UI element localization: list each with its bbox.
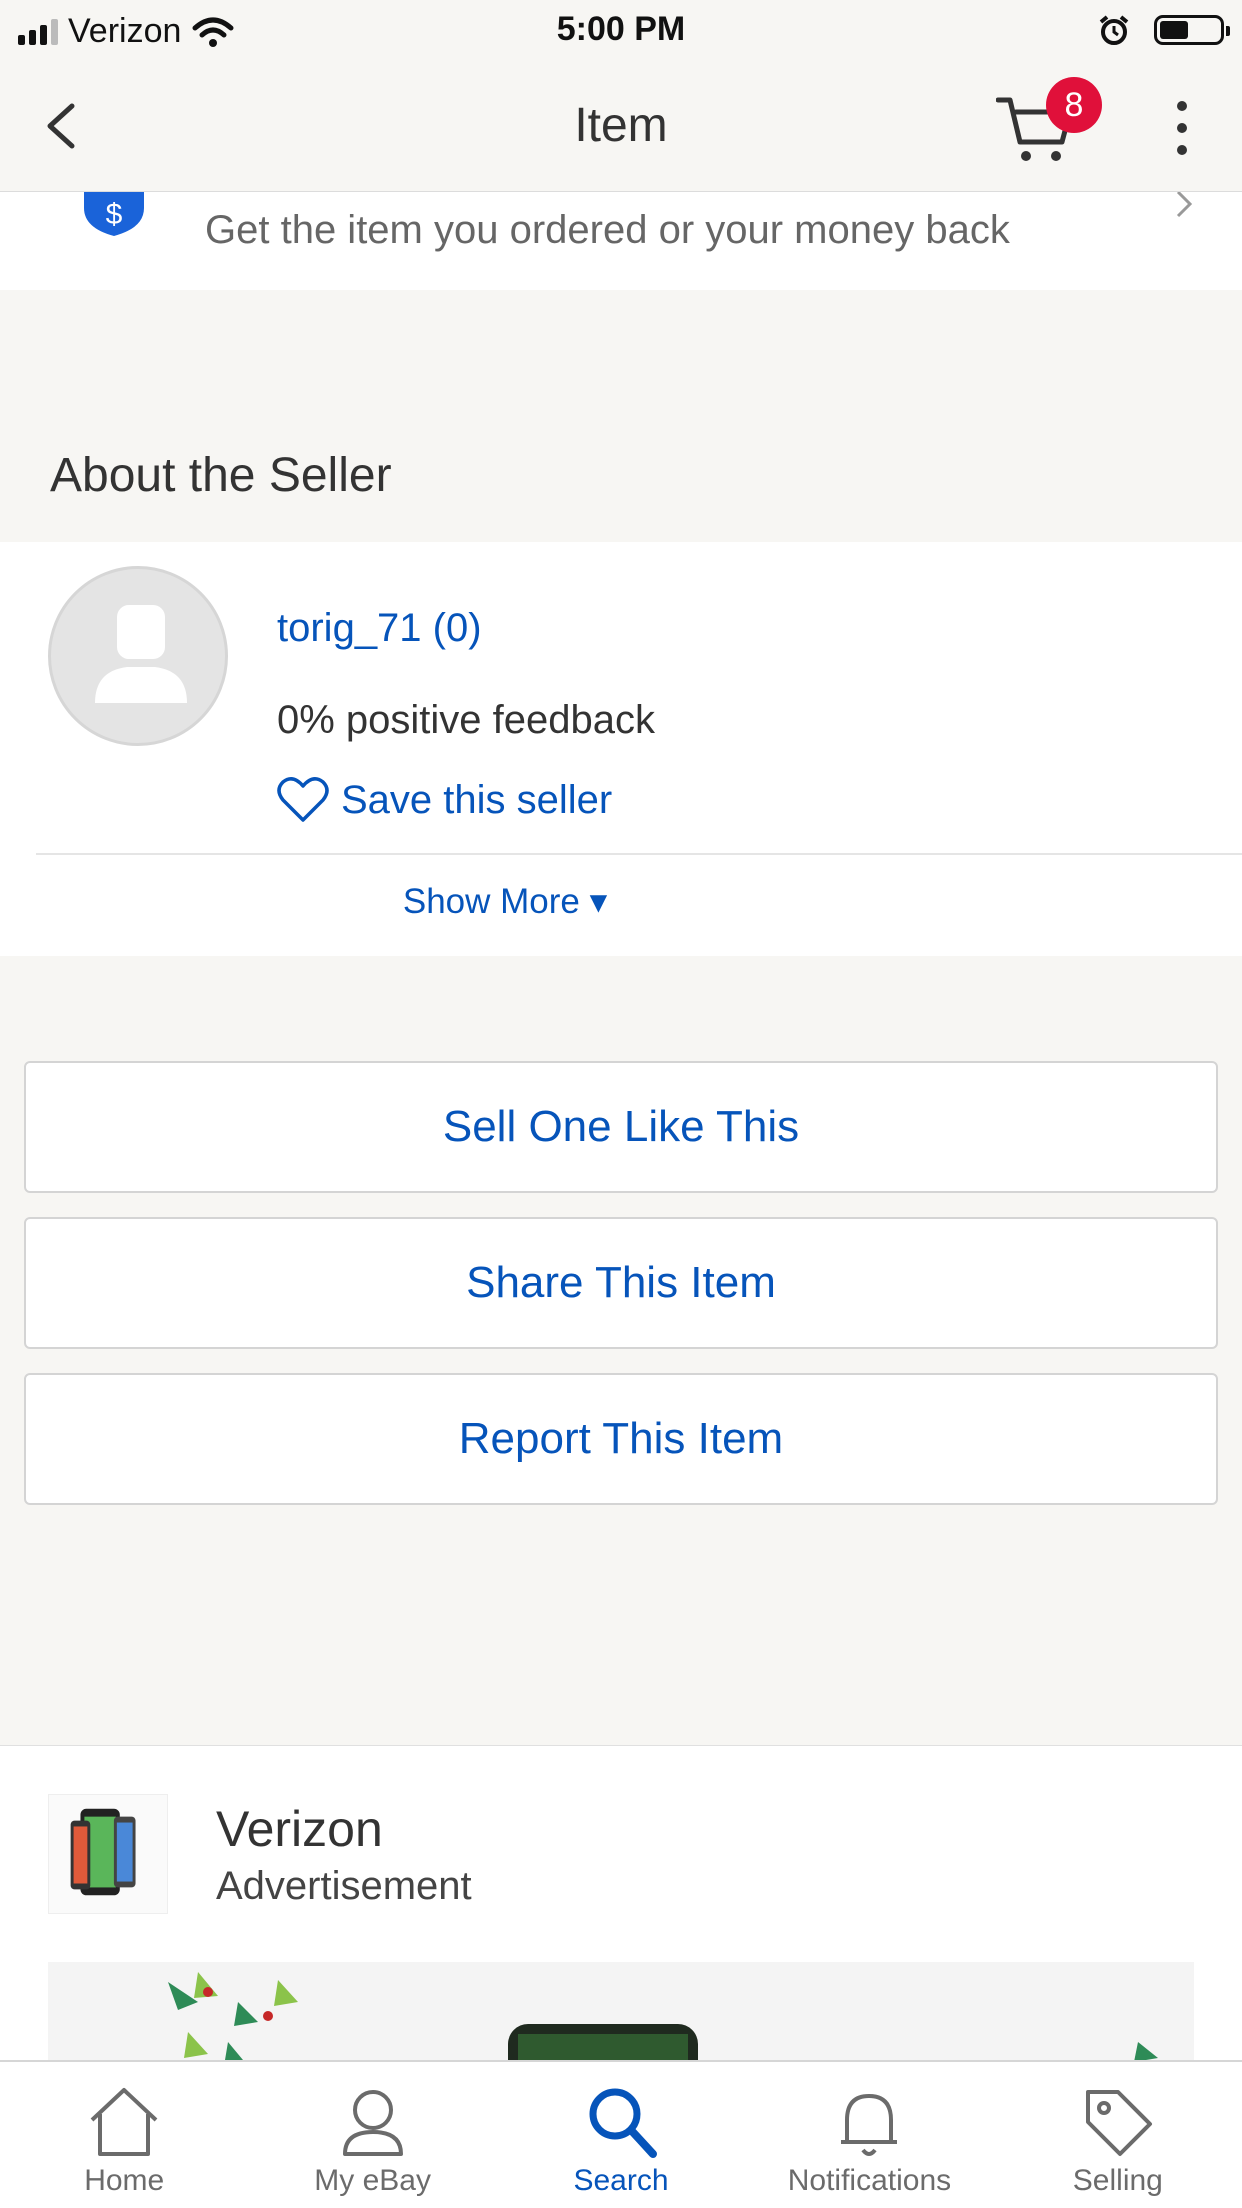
seller-card: torig_71 (0) 0% positive feedback Save t… bbox=[0, 542, 1242, 956]
tab-home[interactable]: Home bbox=[0, 2062, 248, 2208]
seller-avatar bbox=[48, 566, 228, 746]
home-icon bbox=[90, 2088, 158, 2156]
bottom-tab-bar: Home My eBay Search Notifications Sellin… bbox=[0, 2060, 1242, 2208]
tab-notifications[interactable]: Notifications bbox=[745, 2062, 993, 2208]
tab-search[interactable]: Search bbox=[497, 2062, 745, 2208]
about-seller-heading: About the Seller bbox=[50, 449, 392, 502]
report-item-button[interactable]: Report This Item bbox=[24, 1373, 1218, 1505]
ad-phone-thumbnail bbox=[48, 1794, 168, 1914]
tab-notifications-label: Notifications bbox=[787, 2164, 952, 2197]
chevron-right-icon bbox=[1176, 192, 1193, 218]
more-vertical-icon[interactable] bbox=[1168, 98, 1196, 158]
tab-selling-label: Selling bbox=[1072, 2164, 1163, 2197]
sell-one-like-this-button[interactable]: Sell One Like This bbox=[24, 1061, 1218, 1193]
shield-dollar-icon: $ bbox=[84, 192, 144, 236]
nav-bar: Item 8 bbox=[0, 62, 1242, 192]
heart-icon bbox=[277, 777, 329, 822]
tab-home-label: Home bbox=[84, 2164, 165, 2197]
ad-brand: Verizon bbox=[216, 1801, 383, 1857]
tag-icon bbox=[1085, 2090, 1152, 2156]
save-seller-button[interactable]: Save this seller bbox=[277, 776, 612, 824]
tab-my-ebay[interactable]: My eBay bbox=[248, 2062, 496, 2208]
status-bar: Verizon 5:00 PM bbox=[0, 0, 1242, 62]
bell-icon bbox=[841, 2094, 898, 2156]
item-screen: Verizon 5:00 PM Item 8 $ Get the item yo… bbox=[0, 0, 1242, 2208]
save-seller-label: Save this seller bbox=[341, 777, 613, 822]
guarantee-text: Get the item you ordered or your money b… bbox=[205, 208, 1010, 252]
share-item-button[interactable]: Share This Item bbox=[24, 1217, 1218, 1349]
show-more-link[interactable]: Show More ▾ bbox=[0, 882, 1010, 922]
divider bbox=[36, 853, 1242, 855]
status-time: 5:00 PM bbox=[556, 10, 686, 48]
person-icon bbox=[342, 2090, 403, 2156]
seller-name-link[interactable]: torig_71 (0) bbox=[277, 606, 482, 651]
tab-selling[interactable]: Selling bbox=[994, 2062, 1242, 2208]
cart-count-badge: 8 bbox=[1046, 77, 1102, 133]
alarm-icon bbox=[1099, 15, 1129, 45]
svg-text:$: $ bbox=[106, 198, 123, 231]
advertisement-card[interactable]: Verizon Advertisement bbox=[0, 1745, 1242, 2066]
ad-label: Advertisement bbox=[216, 1864, 472, 1908]
ad-banner-image bbox=[48, 1962, 1194, 2066]
seller-feedback: 0% positive feedback bbox=[277, 698, 656, 742]
default-person-icon bbox=[95, 605, 187, 703]
money-back-guarantee[interactable]: $ Get the item you ordered or your money… bbox=[0, 192, 1242, 290]
search-icon bbox=[589, 2088, 658, 2158]
battery-icon bbox=[1154, 15, 1230, 45]
tab-search-label: Search bbox=[573, 2164, 669, 2197]
tab-my-ebay-label: My eBay bbox=[314, 2164, 431, 2197]
status-right bbox=[1098, 14, 1230, 46]
